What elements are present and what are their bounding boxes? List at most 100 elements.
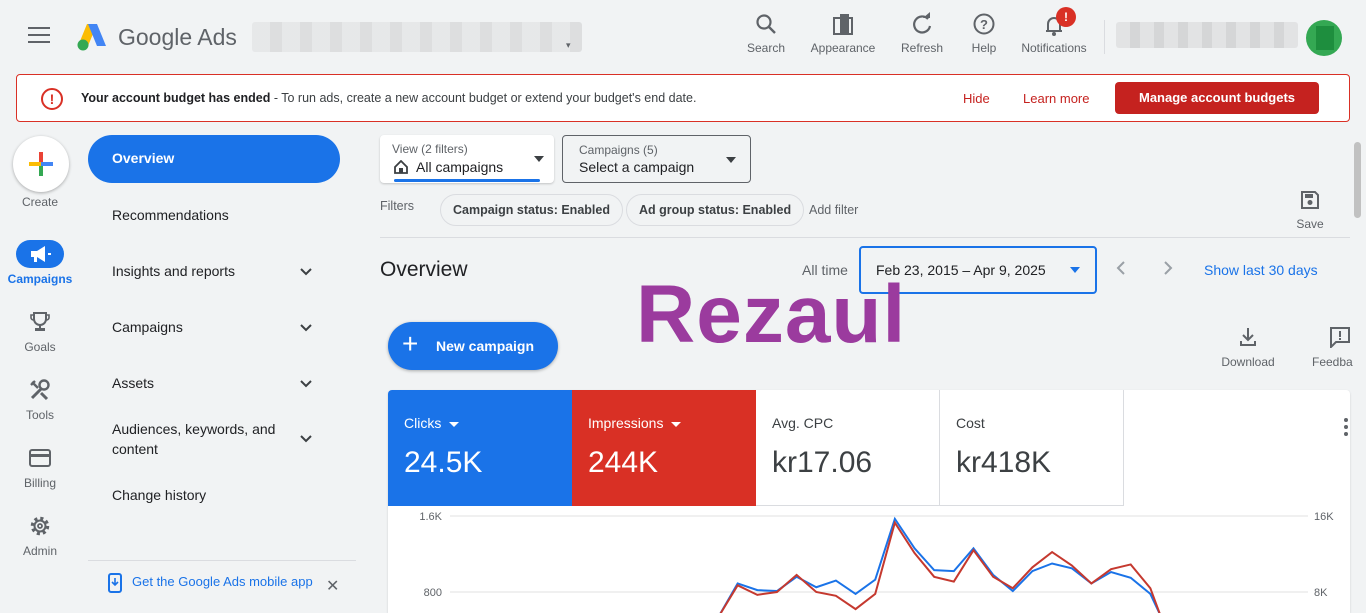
data-point xyxy=(815,591,818,593)
download-label: Download xyxy=(1221,355,1275,369)
data-point xyxy=(854,593,857,595)
user-email[interactable] xyxy=(1116,22,1298,48)
avatar[interactable] xyxy=(1306,20,1342,56)
refresh-icon xyxy=(913,12,932,34)
refresh-label: Refresh xyxy=(900,41,944,55)
sidenav-item-change-history[interactable]: Change history xyxy=(88,487,340,507)
feedback-icon xyxy=(1330,327,1350,350)
campaign-selector-dropdown[interactable]: Campaigns (5) Select a campaign xyxy=(562,135,751,183)
sidenav-item-label-line2: content xyxy=(112,441,158,457)
sidenav-item-overview[interactable]: Overview xyxy=(88,135,340,183)
data-point xyxy=(815,586,818,589)
data-point xyxy=(1149,593,1152,595)
y-right-tick: 8K xyxy=(1314,587,1328,599)
toolbar-divider xyxy=(1104,20,1105,54)
metric-tile-avg-cpc[interactable]: Avg. CPC kr17.06 xyxy=(756,390,940,506)
view-filter-dropdown[interactable]: View (2 filters) All campaigns xyxy=(380,135,554,183)
account-caret-icon[interactable]: ▾ xyxy=(566,40,571,51)
appearance-button[interactable]: Appearance xyxy=(806,12,880,55)
chevron-right-icon[interactable] xyxy=(1161,260,1175,276)
data-point xyxy=(894,521,896,524)
dropdown-arrow-icon xyxy=(726,157,736,163)
learn-more-link[interactable]: Learn more xyxy=(1023,91,1089,106)
top-bar: Google Ads ▾ Search Appearance Refresh ?… xyxy=(0,0,1366,72)
sidenav-item-insights[interactable]: Insights and reports xyxy=(88,263,340,283)
data-point xyxy=(1110,571,1112,573)
campaigns-label: Campaigns xyxy=(7,272,73,286)
feedback-button[interactable]: Feedba xyxy=(1312,326,1354,369)
refresh-button[interactable]: Refresh xyxy=(898,12,946,55)
data-point xyxy=(1051,551,1053,553)
main-content: View (2 filters) All campaigns Campaigns… xyxy=(372,128,1366,613)
scrollbar[interactable] xyxy=(1353,128,1362,613)
show-last-30-days-link[interactable]: Show last 30 days xyxy=(1204,262,1318,278)
trophy-icon[interactable] xyxy=(28,310,52,334)
chevron-left-icon[interactable] xyxy=(1114,260,1128,276)
megaphone-icon xyxy=(31,246,51,262)
close-icon[interactable]: ✕ xyxy=(326,576,339,596)
help-icon: ? xyxy=(973,13,995,35)
filter-chip-campaign-status[interactable]: Campaign status: Enabled xyxy=(440,194,623,226)
gear-icon[interactable] xyxy=(28,514,52,538)
help-button[interactable]: ? Help xyxy=(966,12,1002,55)
search-button[interactable]: Search xyxy=(744,12,788,55)
menu-icon[interactable] xyxy=(28,27,50,45)
download-icon xyxy=(1240,328,1256,346)
filter-chip-ad-group-status[interactable]: Ad group status: Enabled xyxy=(626,194,805,226)
sidenav-item-label: Recommendations xyxy=(112,207,229,223)
billing-label: Billing xyxy=(23,476,56,490)
add-filter-button[interactable]: Add filter xyxy=(809,203,858,217)
watermark-text: Rezaul xyxy=(636,269,907,360)
hide-link[interactable]: Hide xyxy=(963,91,990,106)
sidenav-item-recommendations[interactable]: Recommendations xyxy=(88,207,340,227)
dropdown-arrow-icon xyxy=(671,421,682,427)
sidenav-item-assets[interactable]: Assets xyxy=(88,375,340,395)
data-point xyxy=(1070,567,1073,570)
mobile-app-link[interactable]: Get the Google Ads mobile app xyxy=(132,574,313,589)
scrollbar-thumb[interactable] xyxy=(1354,142,1361,218)
data-point xyxy=(874,593,877,595)
save-button[interactable]: Save xyxy=(1290,190,1330,231)
sidenav-item-audiences[interactable]: Audiences, keywords, and content xyxy=(88,421,340,461)
tools-icon[interactable] xyxy=(28,378,52,402)
manage-budgets-button[interactable]: Manage account budgets xyxy=(1115,82,1319,114)
create-button[interactable] xyxy=(13,136,69,192)
data-point xyxy=(1011,590,1014,592)
metric-name: Impressions xyxy=(588,415,682,431)
more-options-icon[interactable] xyxy=(1344,418,1348,439)
data-point xyxy=(972,549,975,551)
metric-name: Avg. CPC xyxy=(772,415,834,431)
notifications-button[interactable]: Notifications xyxy=(1016,12,1092,55)
metric-tile-impressions[interactable]: Impressions 244K xyxy=(572,390,756,506)
view-filter-caption: View (2 filters) xyxy=(392,142,468,156)
credit-card-icon[interactable] xyxy=(28,446,52,470)
sidenav-divider xyxy=(88,560,356,561)
save-icon xyxy=(1301,191,1319,209)
data-point xyxy=(736,582,739,585)
metric-tile-cost[interactable]: Cost kr418K xyxy=(940,390,1124,506)
search-label: Search xyxy=(746,41,786,55)
sidenav-item-label: Insights and reports xyxy=(112,263,235,279)
account-selector[interactable] xyxy=(252,22,582,52)
data-point xyxy=(1070,564,1073,567)
data-point xyxy=(913,547,916,550)
banner-title: Your account budget has ended xyxy=(81,91,271,105)
chevron-down-icon xyxy=(300,380,312,388)
data-point xyxy=(1110,568,1112,570)
data-point xyxy=(756,589,759,591)
chevron-down-icon xyxy=(300,435,312,443)
data-point xyxy=(776,591,778,593)
mobile-phone-icon xyxy=(108,573,122,593)
plus-icon xyxy=(29,152,53,176)
campaigns-nav-button[interactable] xyxy=(16,240,64,268)
budget-ended-banner: ! Your account budget has ended - To run… xyxy=(16,74,1350,122)
series-layer xyxy=(719,516,1161,613)
view-filter-underline xyxy=(394,179,540,182)
data-point xyxy=(874,578,877,581)
metric-value: 24.5K xyxy=(404,446,483,479)
new-campaign-button[interactable]: + New campaign xyxy=(388,322,558,370)
sidenav-item-campaigns[interactable]: Campaigns xyxy=(88,319,340,339)
metric-tile-clicks[interactable]: Clicks 24.5K xyxy=(388,390,572,506)
download-button[interactable]: Download xyxy=(1212,326,1284,369)
chevron-down-icon xyxy=(300,268,312,276)
